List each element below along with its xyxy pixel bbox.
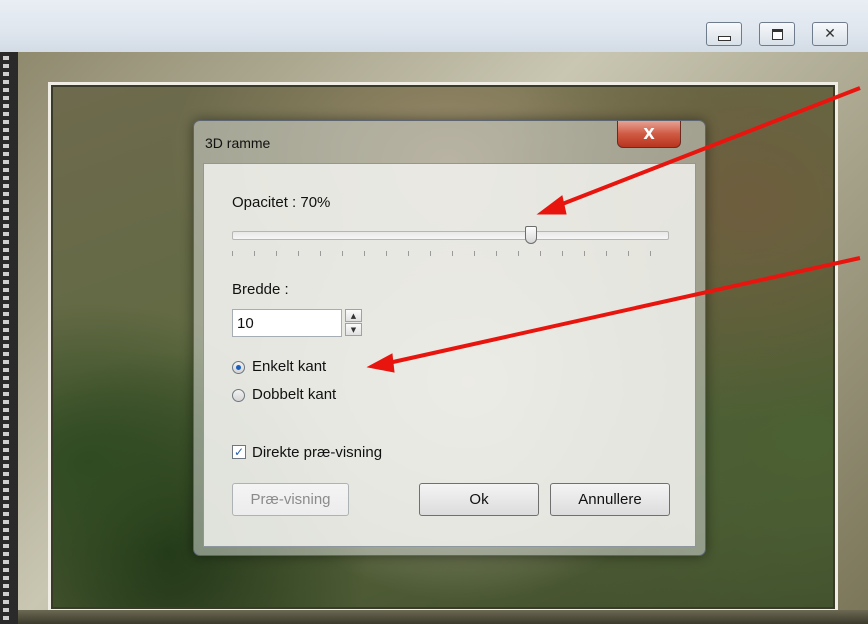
dialog-content: Opacitet : 70% Bredde : ▲ ▼ Enkelt kant … <box>203 163 696 547</box>
double-border-label[interactable]: Dobbelt kant <box>252 386 336 403</box>
opacity-label: Opacitet : 70% <box>232 194 331 211</box>
single-border-radio[interactable] <box>232 361 245 374</box>
width-spin-down-button[interactable]: ▼ <box>345 323 362 336</box>
single-border-label[interactable]: Enkelt kant <box>252 358 326 375</box>
maximize-icon <box>771 28 783 40</box>
width-label: Bredde : <box>232 281 289 298</box>
cancel-button[interactable]: Annullere <box>550 483 670 516</box>
width-input[interactable] <box>232 309 342 337</box>
window-close-button[interactable]: ✕ <box>812 22 848 46</box>
filmstrip-edge <box>0 52 18 624</box>
opacity-slider-ticks <box>232 251 669 256</box>
dialog-title: 3D ramme <box>205 135 271 151</box>
close-icon: X <box>643 125 655 143</box>
maximize-button[interactable] <box>759 22 795 46</box>
width-spin-up-button[interactable]: ▲ <box>345 309 362 322</box>
dialog-close-button[interactable]: X <box>617 121 681 148</box>
frame-dialog: 3D ramme X Opacitet : 70% Bredde : ▲ ▼ E… <box>193 120 706 556</box>
preview-button[interactable]: Præ-visning <box>232 483 349 516</box>
double-border-radio[interactable] <box>232 389 245 402</box>
opacity-slider-thumb[interactable] <box>525 226 537 244</box>
live-preview-checkbox[interactable]: ✓ <box>232 445 246 459</box>
minimize-icon <box>717 35 731 41</box>
minimize-button[interactable] <box>706 22 742 46</box>
ok-button[interactable]: Ok <box>419 483 539 516</box>
live-preview-label[interactable]: Direkte præ-visning <box>252 444 382 461</box>
opacity-slider-track[interactable] <box>232 231 669 240</box>
window-titlebar: ✕ <box>0 0 868 53</box>
close-icon: ✕ <box>824 26 836 42</box>
frame-bottom-bevel <box>18 610 868 624</box>
